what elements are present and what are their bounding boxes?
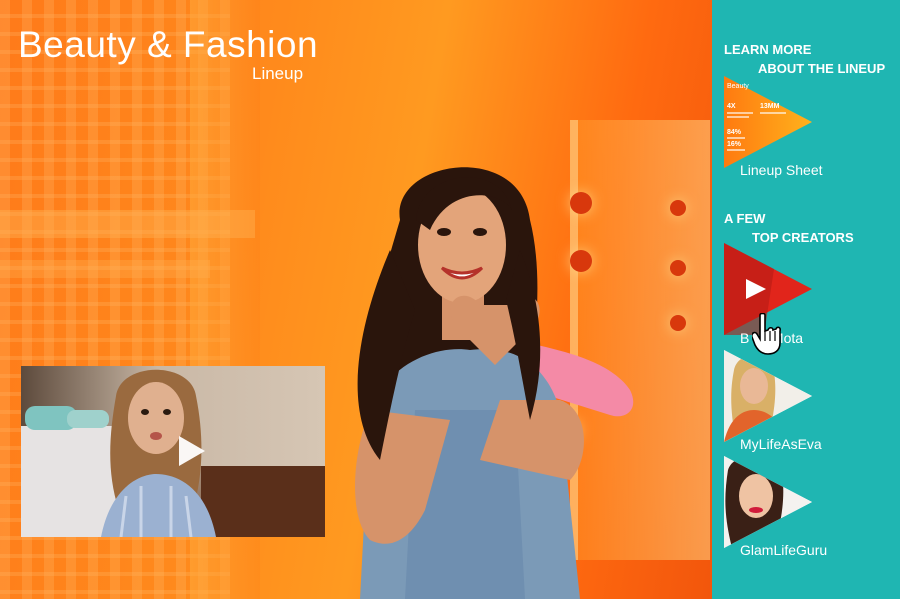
creator-thumbnail-mylifeaseva[interactable] <box>724 350 812 442</box>
mirror-bulb <box>670 315 686 331</box>
mirror-bulb <box>670 200 686 216</box>
lineup-sheet-thumbnail[interactable]: Beauty 4X 13MM 84% 16% <box>724 76 812 168</box>
page-subtitle: Lineup <box>252 64 304 83</box>
svg-text:13MM: 13MM <box>760 103 780 110</box>
svg-text:84%: 84% <box>727 129 742 136</box>
svg-text:4X: 4X <box>727 103 736 110</box>
background-molding <box>0 210 255 238</box>
svg-text:16%: 16% <box>727 141 742 148</box>
video-player[interactable] <box>21 366 325 537</box>
learn-more-heading: LEARN MORE <box>724 42 812 57</box>
creator-label-glamlifeguru[interactable]: GlamLifeGuru <box>740 542 827 558</box>
page-title: Beauty & Fashion <box>18 24 319 65</box>
lineup-sheet-link[interactable]: Lineup Sheet <box>740 162 823 178</box>
background-molding <box>0 260 210 278</box>
video-person <box>101 369 216 537</box>
creator-label-mylifeaseva[interactable]: MyLifeAsEva <box>740 436 822 452</box>
top-creators-heading: A FEW <box>724 211 766 226</box>
sidebar: LEARN MORE ABOUT THE LINEUP Beauty 4X 13… <box>712 0 900 599</box>
mirror-bulb <box>670 260 686 276</box>
lineup-thumb-title: Beauty <box>727 83 749 90</box>
featured-creator-image <box>355 167 634 599</box>
hand-cursor-icon <box>752 313 781 355</box>
creator-thumbnail-glamlifeguru[interactable] <box>724 456 812 548</box>
play-icon[interactable] <box>179 436 205 466</box>
hero-banner: Beauty & Fashion Lineup <box>0 0 712 599</box>
